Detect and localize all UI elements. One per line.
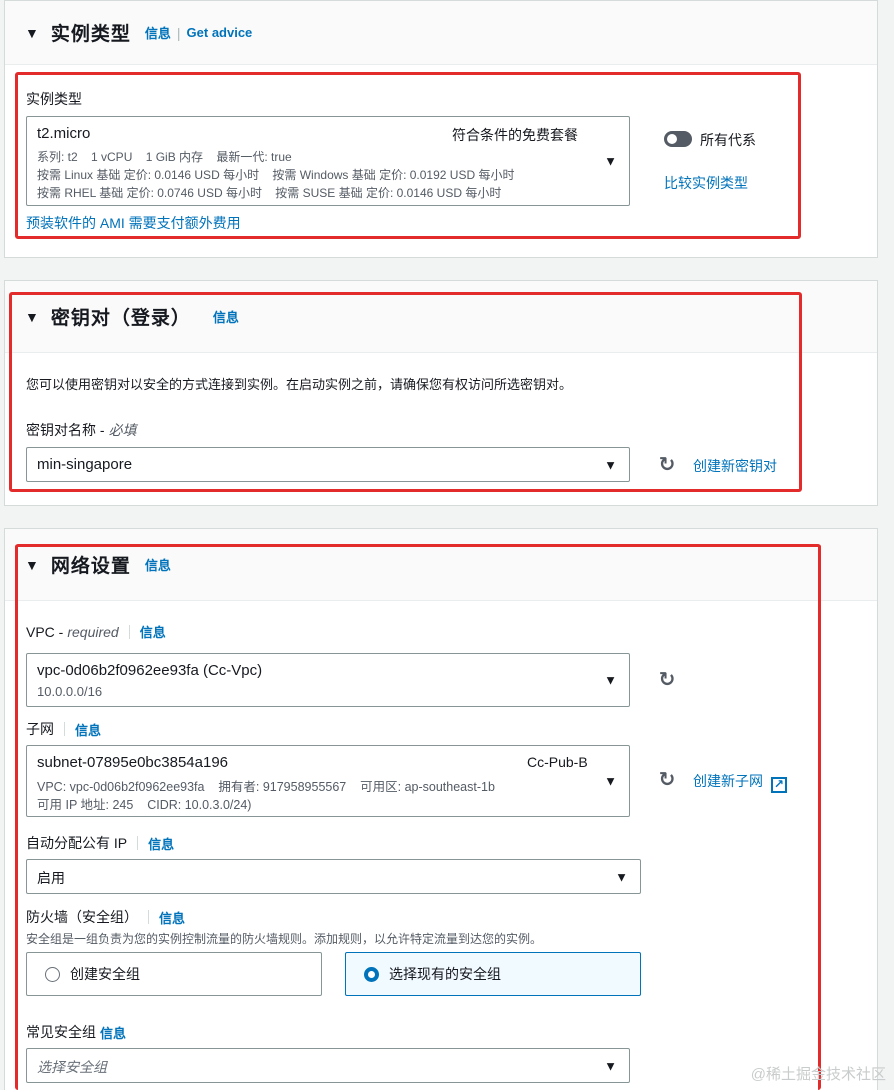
radio-button-selected[interactable] xyxy=(364,966,379,982)
instance-type-label-text: 实例类型 xyxy=(26,91,82,107)
key-pair-select[interactable]: min-singapore ▼ xyxy=(26,447,630,482)
required-tag: 必填 xyxy=(108,422,137,438)
dropdown-arrow-icon: ▼ xyxy=(615,869,628,884)
public-ip-value: 启用 xyxy=(37,870,65,886)
refresh-icon[interactable]: ↻ xyxy=(656,669,678,691)
public-ip-select[interactable]: 启用 ▼ xyxy=(26,859,641,894)
refresh-icon[interactable]: ↻ xyxy=(656,454,678,476)
firewall-label: 防火墙（安全组） 信息 xyxy=(26,907,185,927)
firewall-description: 安全组是一组负责为您的实例控制流量的防火墙规则。添加规则，以允许特定流量到达您的… xyxy=(26,932,543,946)
create-key-pair-link[interactable]: 创建新密钥对 xyxy=(693,456,777,476)
instance-spec-line: 系列: t2 1 vCPU 1 GiB 内存 最新一代: true xyxy=(37,150,292,164)
instance-type-select[interactable]: t2.micro 符合条件的免费套餐 系列: t2 1 vCPU 1 GiB 内… xyxy=(26,116,630,206)
subnet-detail-line-1: VPC: vpc-0d06b2f0962ee93fa 拥有者: 91795895… xyxy=(37,780,495,794)
section-title: 实例类型 xyxy=(50,24,131,45)
select-existing-security-group-label: 选择现有的安全组 xyxy=(389,966,501,982)
refresh-icon[interactable]: ↻ xyxy=(656,769,678,791)
subnet-label: 子网 信息 xyxy=(26,719,101,739)
key-pair-value: min-singapore xyxy=(37,456,133,473)
firewall-label-text: 防火墙（安全组） xyxy=(26,909,138,925)
key-pair-description: 您可以使用密钥对以安全的方式连接到实例。在启动实例之前，请确保您有权访问所选密钥… xyxy=(26,377,573,392)
common-security-groups-text: 常见安全组 xyxy=(26,1024,96,1040)
pricing-line-1: 按需 Linux 基础 定价: 0.0146 USD 每小时 按需 Window… xyxy=(37,168,515,182)
key-pair-header: ▼ 密钥对（登录） 信息 xyxy=(5,281,877,353)
create-security-group-label: 创建安全组 xyxy=(70,966,140,982)
info-link[interactable]: 信息 xyxy=(213,307,239,326)
section-title: 密钥对（登录） xyxy=(50,308,191,329)
instance-type-header: ▼ 实例类型 信息 | Get advice xyxy=(5,1,877,65)
info-link[interactable]: 信息 xyxy=(148,834,174,853)
divider xyxy=(148,910,149,924)
common-security-groups-label: 常见安全组 信息 xyxy=(26,1022,126,1042)
info-link[interactable]: 信息 xyxy=(159,908,185,927)
vpc-cidr: 10.0.0.0/16 xyxy=(37,684,103,699)
collapse-caret-icon[interactable]: ▼ xyxy=(25,309,39,325)
required-tag: required xyxy=(67,623,119,640)
pricing-line-2: 按需 RHEL 基础 定价: 0.0746 USD 每小时 按需 SUSE 基础… xyxy=(37,186,502,200)
subnet-name: Cc-Pub-B xyxy=(527,754,588,770)
collapse-caret-icon[interactable]: ▼ xyxy=(25,25,39,41)
divider xyxy=(137,836,139,850)
vpc-select[interactable]: vpc-0d06b2f0962ee93fa (Cc-Vpc) 10.0.0.0/… xyxy=(26,653,630,707)
dropdown-arrow-icon: ▼ xyxy=(604,773,617,789)
security-group-placeholder: 选择安全组 xyxy=(37,1059,107,1075)
create-security-group-option[interactable]: 创建安全组 xyxy=(26,952,322,996)
watermark: @稀土掘金技术社区 xyxy=(750,1066,886,1083)
security-group-select[interactable]: 选择安全组 ▼ xyxy=(26,1048,630,1083)
info-link[interactable]: 信息 xyxy=(75,720,101,739)
subnet-select[interactable]: subnet-07895e0bc3854a196 Cc-Pub-B VPC: v… xyxy=(26,745,630,817)
info-link[interactable]: 信息 xyxy=(100,1023,126,1042)
public-ip-label-text: 自动分配公有 IP xyxy=(26,835,128,851)
dropdown-arrow-icon: ▼ xyxy=(604,457,617,472)
info-link[interactable]: 信息 xyxy=(145,23,171,42)
vpc-label-text: VPC - xyxy=(26,623,64,640)
dropdown-arrow-icon: ▼ xyxy=(604,153,617,169)
free-tier-label: 符合条件的免费套餐 xyxy=(452,127,578,143)
info-link[interactable]: 信息 xyxy=(145,555,171,574)
key-pair-label-text: 密钥对名称 - xyxy=(26,422,105,438)
radio-button[interactable] xyxy=(45,966,60,982)
all-generations-toggle[interactable] xyxy=(664,131,692,147)
select-existing-security-group-option[interactable]: 选择现有的安全组 xyxy=(345,952,641,996)
section-title: 网络设置 xyxy=(50,556,131,577)
dropdown-arrow-icon: ▼ xyxy=(604,1058,617,1073)
instance-type-label: 实例类型 xyxy=(26,89,82,109)
subnet-value: subnet-07895e0bc3854a196 xyxy=(37,754,229,771)
vpc-value: vpc-0d06b2f0962ee93fa (Cc-Vpc) xyxy=(37,662,263,679)
collapse-caret-icon[interactable]: ▼ xyxy=(25,557,39,573)
compare-instance-types-link[interactable]: 比较实例类型 xyxy=(664,173,748,193)
divider xyxy=(128,624,130,639)
subnet-label-text: 子网 xyxy=(26,721,54,737)
public-ip-label: 自动分配公有 IP 信息 xyxy=(26,833,174,853)
vpc-label: VPC - required 信息 xyxy=(26,622,166,641)
dropdown-arrow-icon: ▼ xyxy=(604,672,617,688)
create-subnet-text: 创建新子网 xyxy=(693,773,763,789)
subnet-detail-line-2: 可用 IP 地址: 245 CIDR: 10.0.3.0/24) xyxy=(37,798,252,812)
external-link-icon: ↗ xyxy=(770,777,787,793)
divider xyxy=(64,722,65,736)
info-link[interactable]: 信息 xyxy=(140,622,166,641)
key-pair-name-label: 密钥对名称 - 必填 xyxy=(26,420,137,440)
create-subnet-link[interactable]: 创建新子网 ↗ xyxy=(693,771,787,793)
get-advice-link[interactable]: Get advice xyxy=(187,25,253,40)
network-header: ▼ 网络设置 信息 xyxy=(5,529,877,601)
all-generations-label: 所有代系 xyxy=(700,132,756,148)
ami-cost-link[interactable]: 预装软件的 AMI 需要支付额外费用 xyxy=(26,213,241,233)
instance-type-value: t2.micro xyxy=(37,125,91,142)
divider: | xyxy=(176,24,181,41)
